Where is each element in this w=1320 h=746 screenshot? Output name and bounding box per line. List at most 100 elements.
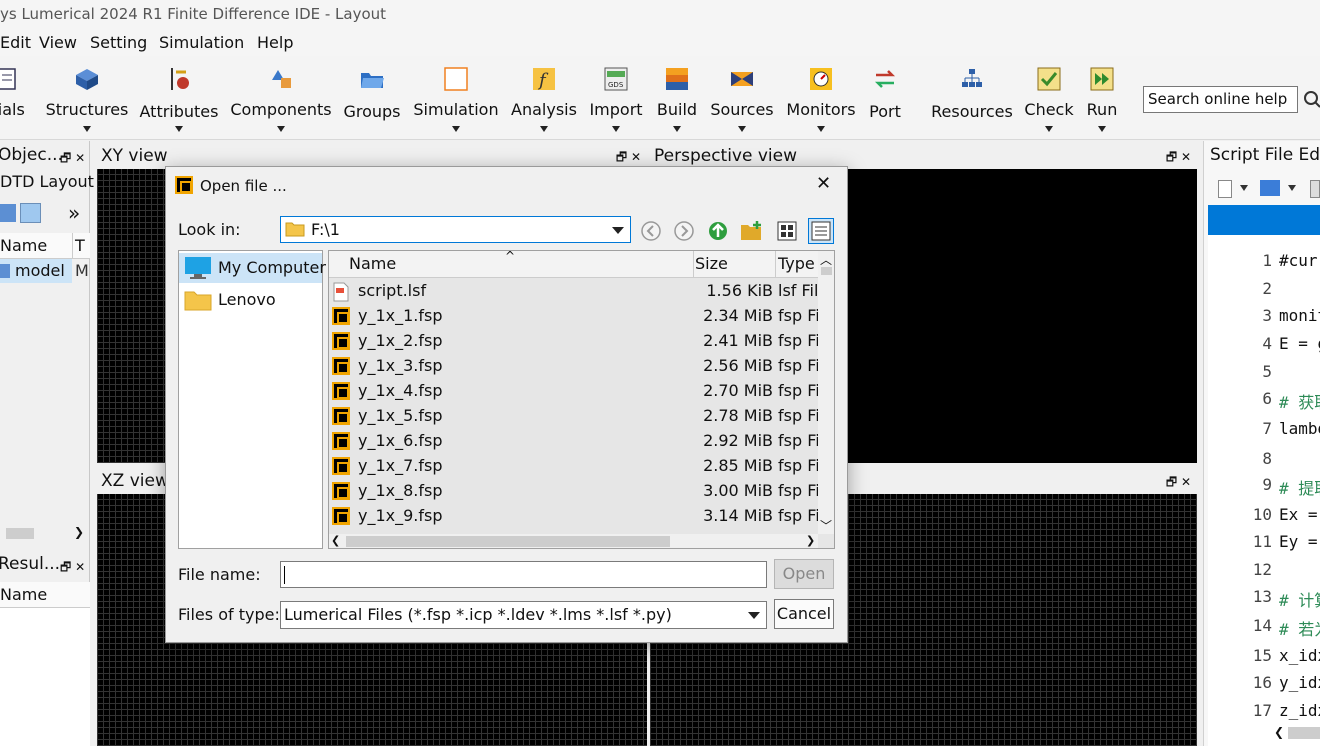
window-title: ys Lumerical 2024 R1 Finite Difference I… bbox=[0, 5, 387, 23]
toolbar-simulation[interactable]: Simulation bbox=[412, 60, 500, 136]
new-file-icon[interactable] bbox=[1218, 180, 1232, 198]
file-row[interactable]: y_1x_7.fsp 2.85 MiB fsp Fi bbox=[329, 454, 818, 479]
close-icon[interactable]: ✕ bbox=[816, 173, 831, 194]
forward-button[interactable] bbox=[671, 218, 697, 244]
dialog-title: Open file ... bbox=[200, 177, 287, 195]
menu-edit[interactable]: Edit bbox=[0, 33, 31, 52]
results-float-close-buttons[interactable]: 🗗 ✕ bbox=[60, 558, 85, 579]
chevron-up-icon[interactable]: ︿ bbox=[820, 251, 832, 268]
toolbar-sources[interactable]: Sources bbox=[708, 60, 776, 136]
object-tree-tools[interactable] bbox=[0, 202, 42, 224]
open-button[interactable]: Open bbox=[774, 559, 834, 589]
chevron-down-icon[interactable]: ﹀ bbox=[820, 517, 832, 534]
chevron-left-icon[interactable]: ❮ bbox=[331, 534, 340, 547]
chevron-down-icon[interactable] bbox=[738, 126, 746, 132]
toolbar-resources[interactable]: Resources bbox=[928, 60, 1016, 136]
toolbar-port[interactable]: Port bbox=[864, 60, 906, 136]
toolbar-components[interactable]: Components bbox=[228, 60, 334, 136]
new-folder-button[interactable] bbox=[739, 218, 765, 244]
name-column-header[interactable]: Name bbox=[0, 236, 47, 255]
expand-toolbar-icon[interactable]: » bbox=[68, 201, 80, 225]
fsp-file-icon bbox=[332, 357, 350, 375]
panel-float-close-buttons[interactable]: 🗗 ✕ bbox=[60, 149, 85, 170]
chevron-down-icon[interactable] bbox=[1045, 126, 1053, 132]
add-group-icon[interactable] bbox=[20, 203, 41, 223]
file-list-horizontal-scrollbar[interactable]: ❮ ❯ bbox=[329, 534, 818, 548]
scrollbar-thumb[interactable] bbox=[346, 536, 670, 547]
fdtd-layout-tab[interactable]: DTD Layout bbox=[0, 172, 94, 191]
list-view-button[interactable] bbox=[774, 218, 800, 244]
scrollbar-thumb[interactable] bbox=[821, 267, 832, 275]
cancel-button[interactable]: Cancel bbox=[774, 599, 834, 629]
chevron-right-icon[interactable]: ❯ bbox=[806, 534, 815, 547]
save-icon[interactable] bbox=[1310, 180, 1320, 198]
menu-setting[interactable]: Setting bbox=[90, 33, 147, 52]
files-of-type-select[interactable]: Lumerical Files (*.fsp *.icp *.ldev *.lm… bbox=[280, 601, 767, 629]
file-row[interactable]: script.lsf 1.56 KiB lsf Fil bbox=[329, 279, 818, 304]
chevron-down-icon[interactable] bbox=[612, 227, 624, 234]
search-online-help-input[interactable]: Search online help bbox=[1143, 86, 1298, 113]
toolbar-structures[interactable]: Structures bbox=[44, 60, 130, 136]
parent-directory-button[interactable] bbox=[705, 218, 731, 244]
file-row[interactable]: y_1x_3.fsp 2.56 MiB fsp Fi bbox=[329, 354, 818, 379]
toolbar-analysis[interactable]: f Analysis bbox=[508, 60, 580, 136]
results-name-column[interactable]: Name bbox=[0, 585, 47, 604]
chevron-down-icon[interactable] bbox=[540, 126, 548, 132]
look-in-combobox[interactable]: F:\1 bbox=[280, 216, 631, 243]
toolbar-attributes[interactable]: Attributes bbox=[138, 60, 220, 136]
toolbar-build[interactable]: Build bbox=[652, 60, 702, 136]
chevron-down-icon[interactable] bbox=[1098, 126, 1106, 132]
script-tab-strip[interactable] bbox=[1208, 205, 1320, 235]
file-row[interactable]: y_1x_9.fsp 3.14 MiB fsp Fi bbox=[329, 504, 818, 529]
add-object-icon[interactable] bbox=[0, 204, 16, 222]
toolbar-check[interactable]: Check bbox=[1022, 60, 1076, 136]
chevron-down-icon[interactable] bbox=[748, 612, 760, 619]
detail-view-button[interactable] bbox=[808, 218, 834, 244]
objects-horizontal-scrollbar[interactable]: ❯ bbox=[0, 525, 88, 541]
file-row[interactable]: y_1x_5.fsp 2.78 MiB fsp Fi bbox=[329, 404, 818, 429]
chevron-down-icon[interactable] bbox=[83, 126, 91, 132]
chevron-right-icon[interactable]: ❯ bbox=[74, 525, 84, 539]
file-name-input[interactable] bbox=[280, 561, 767, 588]
file-row[interactable]: y_1x_4.fsp 2.70 MiB fsp Fi bbox=[329, 379, 818, 404]
file-row[interactable]: y_1x_6.fsp 2.92 MiB fsp Fi bbox=[329, 429, 818, 454]
editor-scrollbar-thumb[interactable] bbox=[1288, 727, 1320, 739]
type-column-header[interactable]: Type bbox=[778, 254, 815, 273]
chevron-down-icon[interactable] bbox=[1240, 185, 1248, 191]
chevron-down-icon[interactable] bbox=[1288, 185, 1296, 191]
chevron-down-icon[interactable] bbox=[175, 126, 183, 132]
name-column-header[interactable]: Name bbox=[349, 254, 396, 273]
chevron-down-icon[interactable] bbox=[277, 126, 285, 132]
place-lenovo[interactable]: Lenovo bbox=[179, 285, 322, 315]
chevron-down-icon[interactable] bbox=[673, 126, 681, 132]
chevron-down-icon[interactable] bbox=[452, 126, 460, 132]
back-button[interactable] bbox=[638, 218, 664, 244]
view-float-close-buttons[interactable]: 🗗 ✕ bbox=[1166, 148, 1191, 169]
view-float-close-buttons[interactable]: 🗗 ✕ bbox=[1166, 473, 1191, 494]
chevron-left-icon[interactable]: ❮ bbox=[1274, 725, 1284, 739]
toolbar-groups[interactable]: Groups bbox=[340, 60, 404, 136]
up-arrow-icon bbox=[709, 222, 727, 240]
menu-view[interactable]: View bbox=[39, 33, 77, 52]
size-column-header[interactable]: Size bbox=[695, 254, 728, 273]
toolbar-run[interactable]: Run bbox=[1080, 60, 1124, 136]
toolbar-import[interactable]: GDS Import bbox=[586, 60, 646, 136]
toolbar-monitors[interactable]: Monitors bbox=[782, 60, 860, 136]
menu-simulation[interactable]: Simulation bbox=[159, 33, 244, 52]
place-my-computer[interactable]: My Computer bbox=[179, 253, 326, 283]
folder-icon bbox=[184, 291, 212, 311]
chevron-down-icon[interactable] bbox=[817, 126, 825, 132]
tree-item-model[interactable]: model bbox=[0, 259, 72, 283]
file-row[interactable]: y_1x_8.fsp 3.00 MiB fsp Fi bbox=[329, 479, 818, 504]
scrollbar-thumb[interactable] bbox=[6, 528, 34, 539]
chevron-down-icon[interactable] bbox=[612, 126, 620, 132]
type-column-header[interactable]: T bbox=[75, 236, 85, 255]
menu-help[interactable]: Help bbox=[257, 33, 293, 52]
search-button[interactable] bbox=[1301, 86, 1320, 113]
file-list-vertical-scrollbar[interactable]: ︿ ﹀ bbox=[818, 251, 834, 534]
file-row[interactable]: y_1x_2.fsp 2.41 MiB fsp Fi bbox=[329, 329, 818, 354]
open-file-icon[interactable] bbox=[1260, 180, 1280, 196]
toolbar-materials[interactable]: rials bbox=[0, 60, 36, 136]
file-row[interactable]: y_1x_1.fsp 2.34 MiB fsp Fi bbox=[329, 304, 818, 329]
script-code-area[interactable]: 1#curr 2 3monit 4E = g 5 6# 获取 7lambd 8 … bbox=[1208, 235, 1320, 746]
